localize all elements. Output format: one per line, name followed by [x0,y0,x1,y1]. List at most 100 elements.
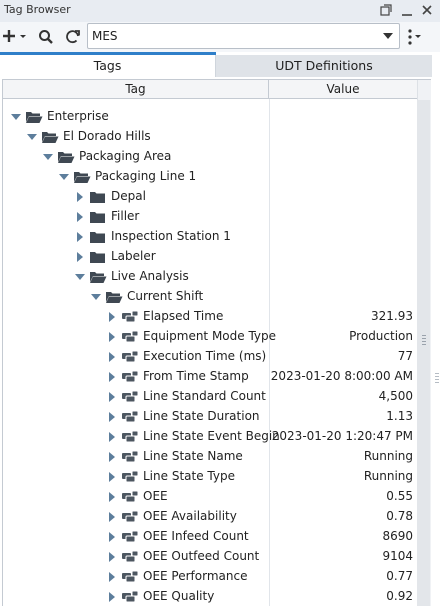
collapsed-arrow-icon[interactable] [75,212,85,222]
folder-open-icon [42,132,59,143]
tree-row[interactable]: Current Shift [3,287,417,307]
expanded-arrow-icon[interactable] [11,112,21,122]
expanded-arrow-icon[interactable] [43,152,53,162]
scrollbar-thumb[interactable] [417,100,430,606]
collapsed-arrow-icon[interactable] [107,352,117,362]
collapsed-arrow-icon[interactable] [107,492,117,502]
panel-resize-grip[interactable] [435,382,439,383]
collapsed-arrow-icon[interactable] [107,312,117,322]
tree-row[interactable]: Line State Duration 1.13 [3,407,417,427]
tree-row[interactable]: El Dorado Hills [3,127,417,147]
tree-row[interactable]: Equipment Mode Type Production [3,327,417,347]
collapsed-arrow-icon[interactable] [75,192,85,202]
tag-name: El Dorado Hills [63,129,151,143]
tag-name: Labeler [111,249,156,263]
tag-name: Line Standard Count [143,389,266,403]
more-options-icon[interactable] [406,28,424,46]
udt-instance-icon [122,470,139,483]
tree-row[interactable]: Line State Name Running [3,447,417,467]
panel-resize-grip[interactable] [435,376,439,377]
tag-provider-select[interactable] [87,23,400,49]
tree-row[interactable]: Line Standard Count 4,500 [3,387,417,407]
tag-name: Current Shift [127,289,204,303]
tree-row[interactable]: OEE Availability 0.78 [3,507,417,527]
tag-provider-input[interactable] [92,27,372,45]
udt-instance-icon [122,570,139,583]
minimize-icon[interactable] [399,2,415,18]
add-tag-dropdown-icon[interactable] [2,28,28,46]
float-window-icon[interactable] [378,2,394,18]
collapsed-arrow-icon[interactable] [107,332,117,342]
collapsed-arrow-icon[interactable] [75,232,85,242]
tree-row[interactable]: OEE Quality 0.92 [3,587,417,607]
collapsed-arrow-icon[interactable] [107,512,117,522]
collapsed-arrow-icon[interactable] [107,452,117,462]
udt-instance-icon [122,590,139,603]
tag-name: Line State Type [143,469,235,483]
tree-row[interactable]: Enterprise [3,107,417,127]
collapsed-arrow-icon[interactable] [107,592,117,602]
tag-name: OEE Outfeed Count [143,549,260,563]
collapsed-arrow-icon[interactable] [107,472,117,482]
udt-instance-icon [122,450,139,463]
tree-row[interactable]: Live Analysis [3,267,417,287]
tag-name: Line State Name [143,449,243,463]
panel-resize-grip[interactable] [435,379,439,380]
collapsed-arrow-icon[interactable] [107,552,117,562]
expanded-arrow-icon[interactable] [27,132,37,142]
tag-value: 0.78 [386,509,413,523]
collapsed-arrow-icon[interactable] [107,572,117,582]
udt-instance-icon [122,310,139,323]
tree-row[interactable]: Inspection Station 1 [3,227,417,247]
collapsed-arrow-icon[interactable] [107,372,117,382]
tree-row[interactable]: Execution Time (ms) 77 [3,347,417,367]
column-header-value[interactable]: Value [269,80,417,98]
tree-row[interactable]: From Time Stamp 2023-01-20 8:00:00 AM [3,367,417,387]
tag-value: 2023-01-20 8:00:00 AM [270,369,413,383]
udt-instance-icon [122,490,139,503]
tree-row[interactable]: Line State Event Begin 2023-01-20 1:20:47… [3,427,417,447]
chevron-down-icon[interactable] [383,33,393,40]
collapsed-arrow-icon[interactable] [75,252,85,262]
udt-instance-icon [122,350,139,363]
refresh-icon[interactable] [64,28,82,46]
tree-row[interactable]: OEE Performance 0.77 [3,567,417,587]
tab-tags[interactable]: Tags [0,55,216,77]
search-icon[interactable] [37,28,55,46]
folder-icon [90,212,105,223]
tree-row[interactable]: OEE Infeed Count 8690 [3,527,417,547]
tag-name: Equipment Mode Type [143,329,277,343]
tag-name: OEE Availability [143,509,237,523]
expanded-arrow-icon[interactable] [75,272,85,282]
tag-name: OEE Quality [143,589,215,603]
tag-value: 0.92 [386,589,413,603]
folder-icon [90,232,105,243]
tree-row[interactable]: Packaging Line 1 [3,167,417,187]
tag-value: Running [363,449,413,463]
tree-row[interactable]: Labeler [3,247,417,267]
tree-row[interactable]: Packaging Area [3,147,417,167]
tree-row[interactable]: Line State Type Running [3,467,417,487]
tree-row[interactable]: OEE 0.55 [3,487,417,507]
expanded-arrow-icon[interactable] [91,292,101,302]
tag-value: 9104 [382,549,413,563]
collapsed-arrow-icon[interactable] [107,432,117,442]
folder-icon [90,192,105,203]
folder-open-icon [74,172,91,183]
close-icon[interactable] [419,2,435,18]
tree-row[interactable]: Depal [3,187,417,207]
panel-resize-grip[interactable] [435,373,439,374]
tag-value: 4,500 [378,389,413,403]
tab-udt-definitions[interactable]: UDT Definitions [216,55,432,77]
column-header-tag[interactable]: Tag [3,80,269,98]
tag-name: Line State Duration [143,409,260,423]
tag-name: OEE Infeed Count [143,529,249,543]
tree-row[interactable]: Filler [3,207,417,227]
tree-row[interactable]: OEE Outfeed Count 9104 [3,547,417,567]
tag-value: 2023-01-20 1:20:47 PM [271,429,413,443]
tree-row[interactable]: Elapsed Time 321.93 [3,307,417,327]
collapsed-arrow-icon[interactable] [107,532,117,542]
collapsed-arrow-icon[interactable] [107,412,117,422]
expanded-arrow-icon[interactable] [59,172,69,182]
collapsed-arrow-icon[interactable] [107,392,117,402]
